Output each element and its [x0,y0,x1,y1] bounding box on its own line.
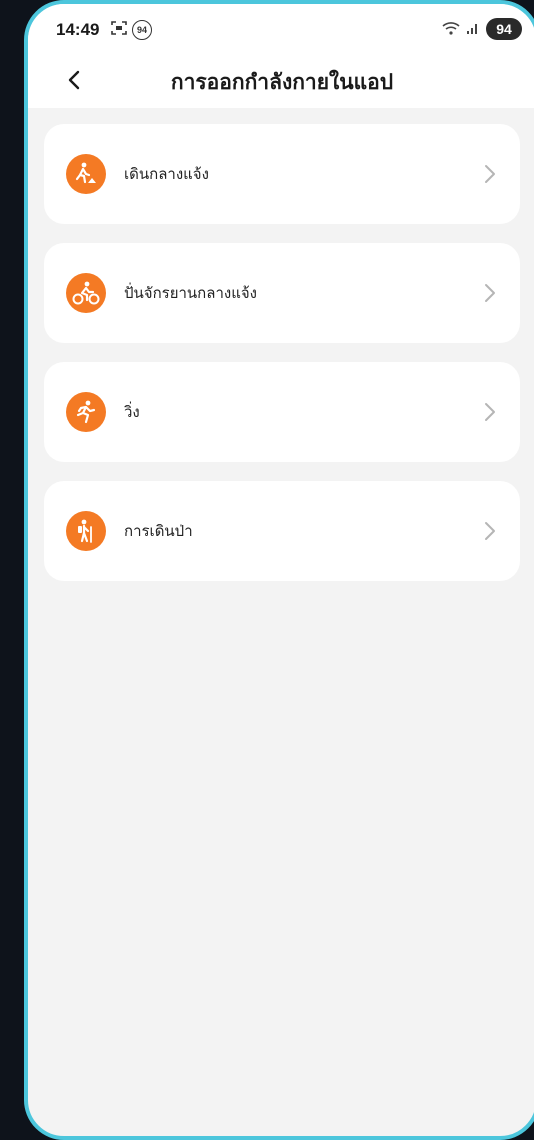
activity-list: เดินกลางแจ้ง ปั่นจักรยานกลางแจ้ง วิ่ง กา… [44,124,520,600]
chevron-right-icon [485,165,495,183]
page-title: การออกกำลังกายในแอป [170,70,394,94]
notification-count-icon: 94 [132,20,152,40]
activity-label: ปั่นจักรยานกลางแจ้ง [124,284,257,302]
signal-icon [466,20,480,39]
activity-item-outdoor-cycling[interactable]: ปั่นจักรยานกลางแจ้ง [44,243,520,343]
hiking-icon [66,511,106,551]
status-icons-right: 94 [442,18,522,40]
activity-label: เดินกลางแจ้ง [124,165,209,183]
activity-item-outdoor-walk[interactable]: เดินกลางแจ้ง [44,124,520,224]
activity-item-hiking[interactable]: การเดินป่า [44,481,520,581]
outdoor-cycling-icon [66,273,106,313]
phone-screen: 14:49 94 94 การออกกำลังกายในแอป เดินกลาง… [24,0,534,1140]
screenshot-icon [110,20,128,40]
chevron-right-icon [485,403,495,421]
wifi-icon [442,20,460,39]
status-time: 14:49 [56,20,100,39]
activity-item-running[interactable]: วิ่ง [44,362,520,462]
chevron-right-icon [485,522,495,540]
activity-label: การเดินป่า [124,522,193,540]
header: การออกกำลังกายในแอป [28,52,534,108]
chevron-right-icon [485,284,495,302]
running-icon [66,392,106,432]
outdoor-walk-icon [66,154,106,194]
status-bar: 14:49 94 94 [28,4,534,52]
battery-icon: 94 [486,18,522,40]
status-icons-left: 94 [110,20,152,40]
activity-label: วิ่ง [124,403,140,421]
